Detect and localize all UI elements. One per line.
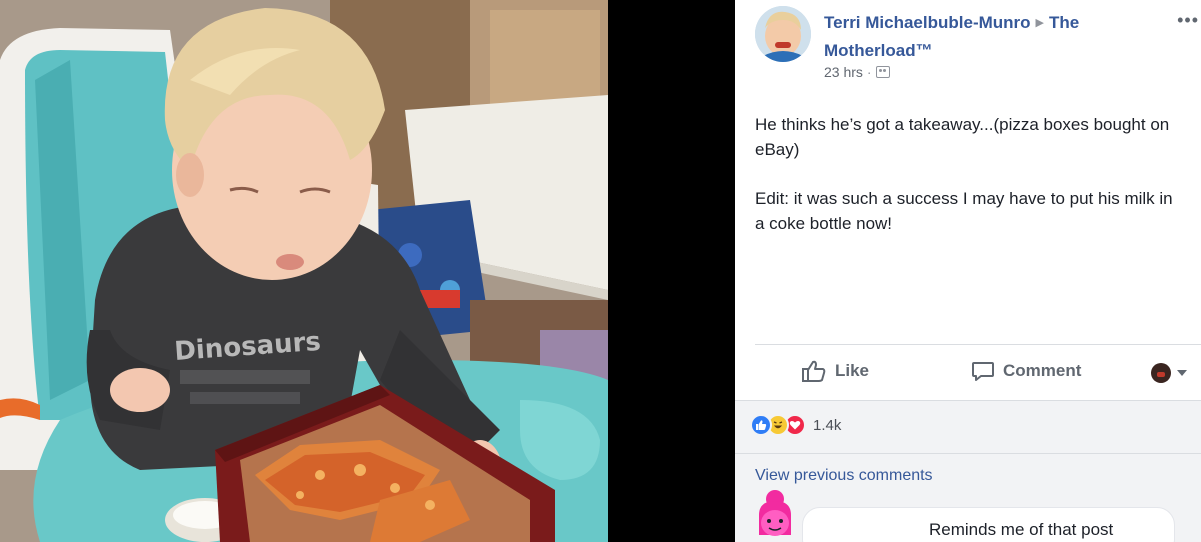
post-message: He thinks he’s got a takeaway...(pizza b… [755, 112, 1185, 260]
comment-author-avatar[interactable] [753, 489, 797, 542]
group-icon[interactable] [875, 66, 890, 78]
comment-label: Comment [1003, 361, 1082, 380]
commenter-avatar [1151, 363, 1171, 383]
arrow-right-icon: ▶ [1035, 17, 1045, 29]
post-panel: Terri Michaelbuble-Munro ▶ The Motherload™… [735, 0, 1201, 542]
comment-as-selector[interactable] [1151, 363, 1187, 383]
speech-bubble-icon [972, 362, 994, 381]
post-text-paragraph-2: Edit: it was such a success I may have t… [755, 189, 1173, 233]
reaction-count: 1.4k [813, 416, 842, 434]
comment-text: Reminds me of that post [929, 520, 1114, 539]
reactions-summary[interactable]: 1.4k [750, 414, 841, 436]
cartoon-avatar-icon [759, 490, 791, 536]
like-label: Like [835, 361, 870, 380]
post-meta: 23 hrs · [824, 64, 890, 80]
author-avatar-image [755, 6, 811, 62]
photo-illustration: Dinosaurs [0, 0, 608, 542]
more-icon[interactable]: ••• [1177, 10, 1199, 31]
author-line: Terri Michaelbuble-Munro ▶ The Motherload™ [824, 10, 1154, 63]
like-button[interactable]: Like [801, 359, 869, 383]
comments-divider [735, 453, 1201, 454]
comment-bubble: Reminds me of that post [802, 507, 1175, 542]
like-reaction-icon [750, 414, 772, 436]
thumbs-up-icon [802, 360, 826, 382]
post-header: Terri Michaelbuble-Munro ▶ The Motherload™… [755, 6, 1198, 86]
action-bar: Like Comment [755, 344, 1201, 400]
chevron-down-icon [1177, 370, 1187, 376]
comment-button[interactable]: Comment [971, 359, 1081, 383]
author-avatar[interactable] [755, 6, 811, 62]
post-photo[interactable]: Dinosaurs [0, 0, 608, 542]
author-name-link[interactable]: Terri Michaelbuble-Munro [824, 13, 1031, 32]
view-previous-comments-link[interactable]: View previous comments [755, 467, 933, 485]
post-text-paragraph-1: He thinks he’s got a takeaway...(pizza b… [755, 115, 1170, 159]
meta-separator: · [866, 64, 872, 80]
photo-viewer: Dinosaurs [0, 0, 735, 542]
comments-section: 1.4k View previous comments Reminds me o… [735, 400, 1201, 542]
post-timestamp[interactable]: 23 hrs [824, 64, 863, 80]
